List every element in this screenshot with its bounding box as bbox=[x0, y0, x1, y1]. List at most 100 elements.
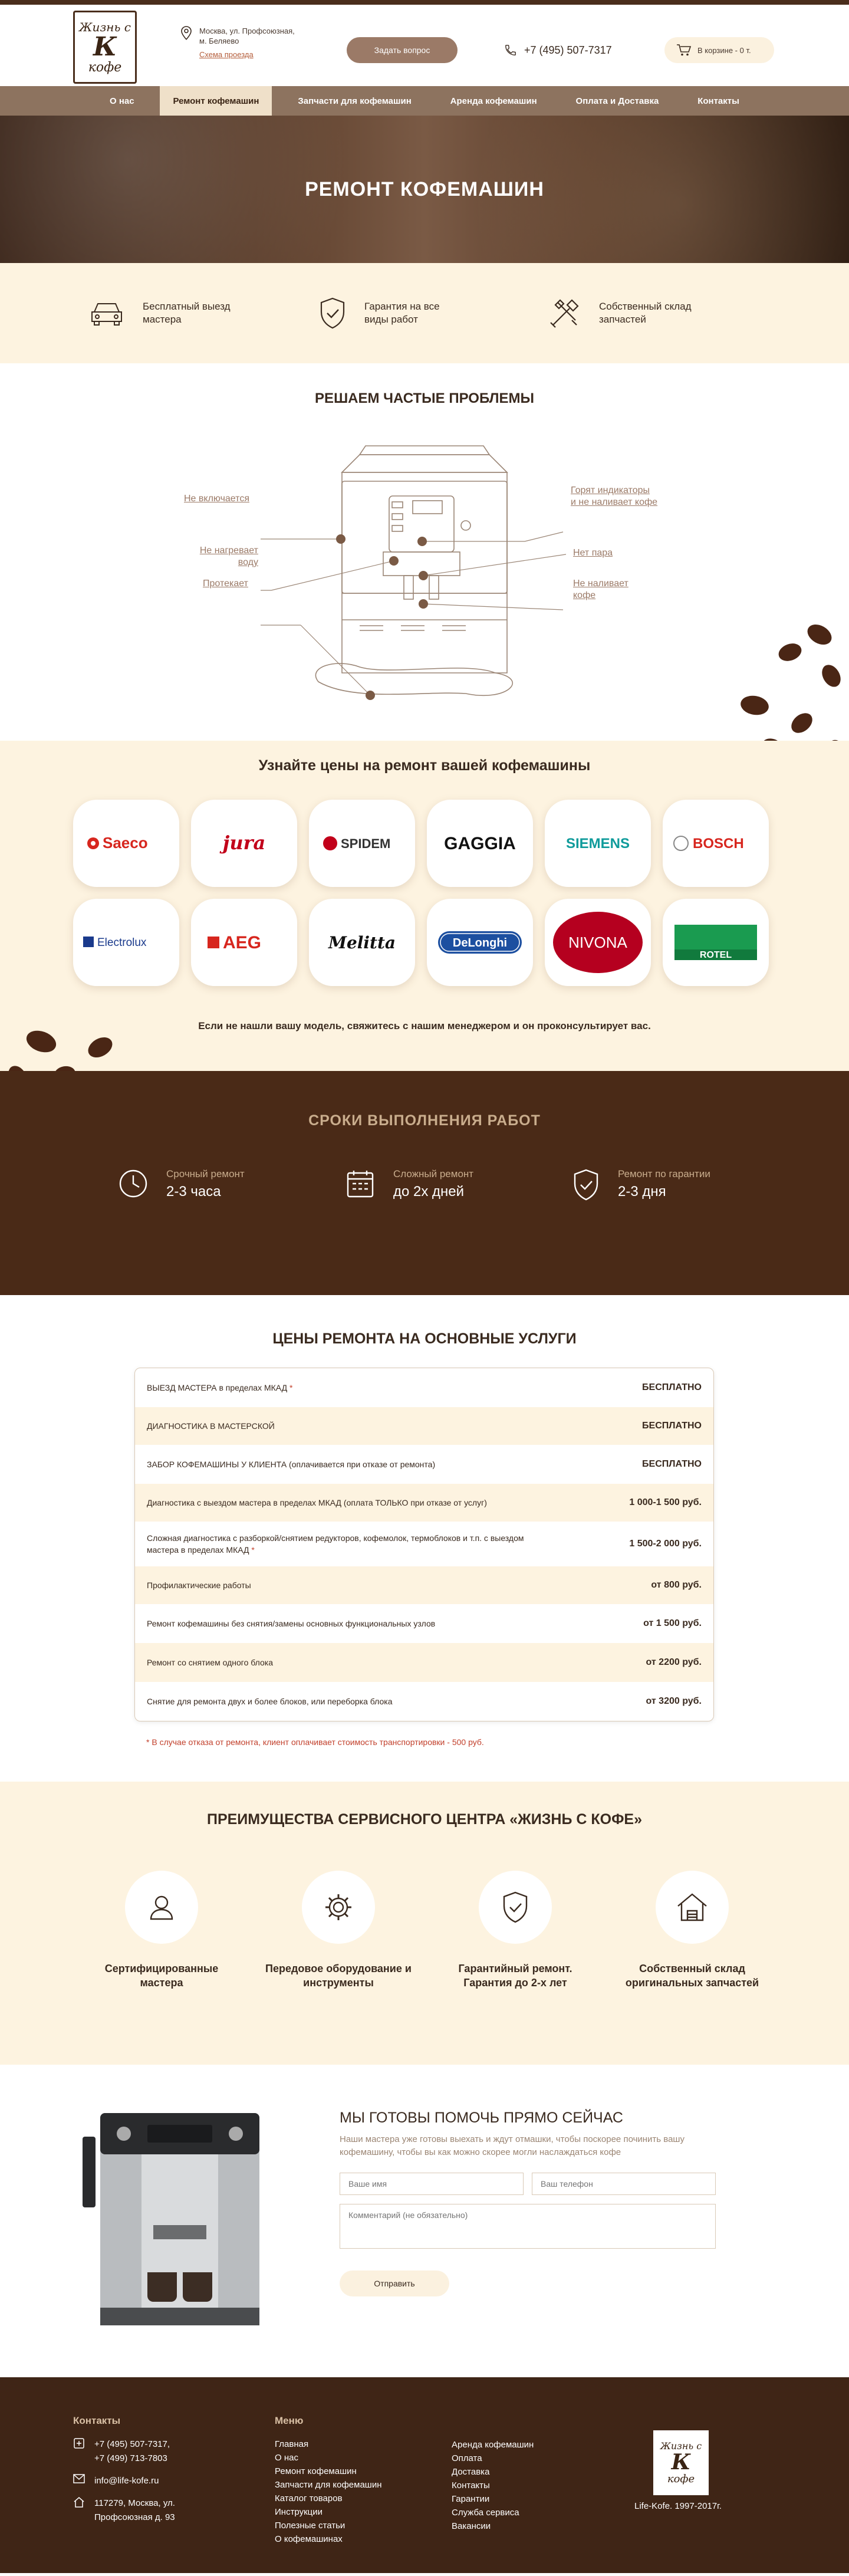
header-phone[interactable]: +7 (495) 507-7317 bbox=[504, 44, 612, 57]
price-row: ЗАБОР КОФЕМАШИНЫ У КЛИЕНТА (оплачивается… bbox=[147, 1459, 702, 1469]
nav-rent[interactable]: Аренда кофемашин bbox=[437, 86, 550, 116]
brand-siemens[interactable]: SIEMENS bbox=[545, 800, 651, 887]
footer-menu: Меню Главная О нас Ремонт кофемашин Запч… bbox=[275, 2414, 382, 2546]
problem-no-power[interactable]: Не включается bbox=[184, 493, 249, 505]
footer-link[interactable]: Полезные статьи bbox=[275, 2519, 382, 2532]
phone-input[interactable] bbox=[532, 2173, 716, 2195]
advantages-title: ПРЕИМУЩЕСТВА СЕРВИСНОГО ЦЕНТРА «ЖИЗНЬ С … bbox=[206, 1811, 642, 1828]
footer-link[interactable]: Каталог товаров bbox=[275, 2492, 382, 2505]
advantage-item: Гарантийный ремонт. Гарантия до 2-х лет bbox=[427, 1871, 604, 1990]
price-table: ВЫЕЗД МАСТЕРА в пределах МКАД * БЕСПЛАТНО… bbox=[134, 1368, 714, 1721]
shield-check-icon bbox=[503, 1891, 528, 1923]
name-input[interactable] bbox=[340, 2173, 524, 2195]
logo-line3: кофе bbox=[88, 60, 122, 75]
comment-input[interactable] bbox=[340, 2204, 716, 2249]
prices-section: ЦЕНЫ РЕМОНТА НА ОСНОВНЫЕ УСЛУГИ ВЫЕЗД МА… bbox=[0, 1295, 849, 1782]
nav-repair[interactable]: Ремонт кофемашин bbox=[160, 86, 272, 116]
hero-banner: РЕМОНТ КОФЕМАШИН bbox=[0, 116, 849, 263]
footer-link[interactable]: Вакансии bbox=[452, 2519, 534, 2533]
advantages-list: Сертифицированные мастера Передовое обору… bbox=[73, 1871, 781, 1990]
ask-question-button[interactable]: Задать вопрос bbox=[347, 37, 458, 63]
svg-text:jura: jura bbox=[219, 832, 265, 854]
problem-indicators[interactable]: Горят индикаторы и не наливает кофе bbox=[571, 485, 657, 508]
svg-text:SPIDEM: SPIDEM bbox=[341, 836, 390, 851]
prices-title: ЦЕНЫ РЕМОНТА НА ОСНОВНЫЕ УСЛУГИ bbox=[272, 1330, 577, 1347]
user-icon bbox=[150, 1895, 173, 1920]
problem-no-steam[interactable]: Нет пара bbox=[573, 547, 613, 559]
advantage-text: оригинальных запчастей bbox=[625, 1977, 759, 1989]
footer-link[interactable]: Гарантии bbox=[452, 2492, 534, 2506]
nav-contacts[interactable]: Контакты bbox=[685, 86, 752, 116]
footer-contacts-title: Контакты bbox=[73, 2415, 121, 2426]
nav-about[interactable]: О нас bbox=[97, 86, 147, 116]
phone-icon bbox=[505, 45, 516, 55]
top-line bbox=[0, 0, 849, 5]
problem-no-coffee[interactable]: Не наливает кофе bbox=[573, 578, 628, 602]
footer-link[interactable]: Оплата bbox=[452, 2452, 534, 2465]
footer-link[interactable]: Главная bbox=[275, 2437, 382, 2451]
feature-text: Собственный склад bbox=[599, 301, 692, 312]
footer-link[interactable]: Служба сервиса bbox=[452, 2506, 534, 2519]
footer-link[interactable]: Аренда кофемашин bbox=[452, 2438, 534, 2452]
brand-nivona[interactable]: NIVONA bbox=[545, 899, 651, 986]
cart-icon bbox=[677, 44, 692, 56]
nav-parts[interactable]: Запчасти для кофемашин bbox=[285, 86, 424, 116]
brand-melitta[interactable]: Melitta bbox=[309, 899, 415, 986]
footer-email[interactable]: info@life-kofe.ru bbox=[73, 2474, 175, 2488]
advantage-text: мастера bbox=[140, 1977, 183, 1989]
footer-link[interactable]: Ремонт кофемашин bbox=[275, 2465, 382, 2478]
brand-rotel[interactable]: ROTEL bbox=[663, 899, 769, 986]
footer-link[interactable]: О кофемашинах bbox=[275, 2532, 382, 2546]
problems-section: РЕШАЕМ ЧАСТЫЕ ПРОБЛЕМЫ Не включается Не … bbox=[0, 363, 849, 765]
term-complex: Сложный ремонт до 2х дней bbox=[345, 1168, 572, 1201]
footer-link[interactable]: Инструкции bbox=[275, 2505, 382, 2519]
advantage-text: Сертифицированные bbox=[104, 1963, 219, 1974]
advantage-text: Гарантия до 2-х лет bbox=[463, 1977, 567, 1989]
submit-button[interactable]: Отправить bbox=[340, 2271, 449, 2296]
feature-guarantee: Гарантия на все виды работ bbox=[318, 297, 531, 330]
site-logo[interactable]: Жизнь с К кофе bbox=[73, 11, 137, 84]
feature-text: мастера bbox=[143, 314, 182, 325]
main-nav: О нас Ремонт кофемашин Запчасти для кофе… bbox=[0, 86, 849, 116]
footer-link[interactable]: Запчасти для кофемашин bbox=[275, 2478, 382, 2492]
footer-email-text: info@life-kofe.ru bbox=[94, 2476, 159, 2486]
footer-link[interactable]: Доставка bbox=[452, 2465, 534, 2479]
brand-jura[interactable]: jura bbox=[191, 800, 297, 887]
form-subtitle: Наши мастера уже готовы выехать и ждут о… bbox=[340, 2134, 685, 2157]
footer-link[interactable]: Контакты bbox=[452, 2479, 534, 2492]
brand-saeco[interactable]: Saeco bbox=[73, 800, 179, 887]
svg-text:Saeco: Saeco bbox=[103, 834, 148, 852]
home-icon bbox=[74, 2497, 84, 2508]
brand-electrolux[interactable]: Electrolux bbox=[73, 899, 179, 986]
advantage-text: Передовое оборудование и bbox=[265, 1963, 412, 1974]
price-row: Снятие для ремонта двух и более блоков, … bbox=[147, 1696, 702, 1706]
footer-logo[interactable]: Жизнь с К кофе bbox=[653, 2430, 709, 2495]
brand-delonghi[interactable]: DeLonghi bbox=[427, 899, 533, 986]
svg-text:Electrolux: Electrolux bbox=[97, 937, 147, 949]
brand-aeg[interactable]: AEG bbox=[191, 899, 297, 986]
problem-leaks[interactable]: Протекает bbox=[203, 578, 248, 590]
brand-gaggia[interactable]: GAGGIA bbox=[427, 800, 533, 887]
price-row: Ремонт со снятием одного блока от 2200 р… bbox=[135, 1643, 713, 1682]
car-icon bbox=[91, 303, 122, 326]
form-title: МЫ ГОТОВЫ ПОМОЧЬ ПРЯМО СЕЙЧАС bbox=[340, 2110, 623, 2126]
brand-spidem[interactable]: SPIDEM bbox=[309, 800, 415, 887]
term-label: Срочный ремонт bbox=[166, 1168, 245, 1179]
advantage-text: Собственный склад bbox=[639, 1963, 745, 1974]
mail-icon bbox=[73, 2474, 85, 2483]
nav-payment[interactable]: Оплата и Доставка bbox=[563, 86, 672, 116]
map-link[interactable]: Схема проезда bbox=[199, 50, 295, 60]
footer-link[interactable]: О нас bbox=[275, 2451, 382, 2465]
calendar-icon bbox=[347, 1171, 374, 1198]
price-row: Диагностика с выездом мастера в пределах… bbox=[135, 1484, 713, 1522]
term-value: до 2х дней bbox=[393, 1184, 465, 1200]
footer-address-line: 117279, Москва, ул. bbox=[94, 2498, 175, 2508]
problem-no-heat[interactable]: Не нагревает воду bbox=[184, 545, 258, 569]
svg-text:GAGGIA: GAGGIA bbox=[444, 834, 516, 853]
terms-title: СРОКИ ВЫПОЛНЕНИЯ РАБОТ bbox=[308, 1112, 541, 1129]
contact-form-section: МЫ ГОТОВЫ ПОМОЧЬ ПРЯМО СЕЙЧАС Наши масте… bbox=[0, 2065, 849, 2377]
brand-bosch[interactable]: BOSCH bbox=[663, 800, 769, 887]
cart-widget[interactable]: В корзине - 0 т. bbox=[664, 37, 774, 63]
svg-text:DeLonghi: DeLonghi bbox=[453, 937, 507, 949]
footer-phones[interactable]: +7 (495) 507-7317, +7 (499) 713-7803 bbox=[73, 2437, 175, 2466]
